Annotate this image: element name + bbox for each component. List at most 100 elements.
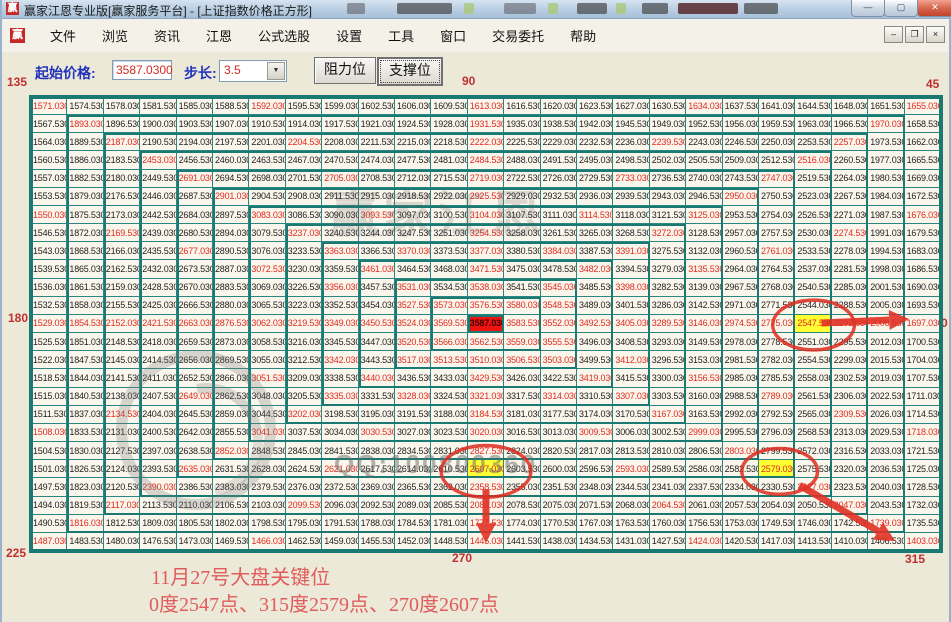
gann-cell: 3261.530 <box>540 224 577 243</box>
gann-cell: 3069.030 <box>249 278 286 297</box>
angle-label-315: 315 <box>905 552 926 566</box>
gann-cell: 2029.530 <box>868 423 905 443</box>
gann-cell: 2883.530 <box>213 278 250 297</box>
gann-cell: 2211.530 <box>358 133 395 152</box>
gann-cell: 2005.030 <box>868 296 905 315</box>
gann-cell: 2764.530 <box>759 260 796 279</box>
gann-cell: 2260.530 <box>831 151 869 170</box>
gann-cell: 3576.530 <box>467 296 505 315</box>
gann-cell: 3485.530 <box>577 278 614 297</box>
gann-cell: 3093.530 <box>358 205 395 225</box>
gann-cell: 2929.030 <box>504 187 541 206</box>
close-button[interactable]: ✕ <box>917 0 951 17</box>
gann-cell: 2271.030 <box>831 205 869 225</box>
gann-cell: 3146.030 <box>686 314 723 334</box>
gann-cell: 3503.030 <box>540 351 577 370</box>
gann-cell: 1602.530 <box>358 97 395 116</box>
gann-cell: 3457.530 <box>358 278 395 297</box>
gann-cell: 3513.530 <box>431 351 468 370</box>
gann-cell: 3335.030 <box>322 387 359 406</box>
menu-item-formula-stockpick[interactable]: 公式选股 <box>245 23 323 48</box>
gann-cell: 2953.530 <box>722 205 759 225</box>
gann-cell: 2533.530 <box>795 242 832 261</box>
gann-cell: 2180.030 <box>103 169 141 188</box>
gann-cell: 1630.530 <box>649 97 687 116</box>
gann-cell: 3405.030 <box>613 314 650 334</box>
gann-cell: 2400.530 <box>140 423 177 443</box>
gann-cell: 3016.530 <box>504 423 541 443</box>
gann-cell: 3247.530 <box>395 224 432 243</box>
gann-cell: 1844.030 <box>67 369 104 388</box>
gann-cell: 3279.030 <box>649 260 687 279</box>
gann-cell: 2379.530 <box>249 478 286 497</box>
gann-cell: 2726.030 <box>540 169 577 188</box>
gann-cell: 3559.030 <box>504 333 541 352</box>
gann-cell: 1515.030 <box>31 387 68 406</box>
gann-cell: 1679.530 <box>904 224 941 243</box>
menu-item-browse[interactable]: 浏览 <box>89 23 141 48</box>
menu-item-settings[interactable]: 设置 <box>323 23 375 48</box>
gann-cell: 2554.530 <box>795 351 832 370</box>
gann-cell: 1984.030 <box>868 187 905 206</box>
gann-cell: 3048.030 <box>249 387 286 406</box>
mdi-minimize-button[interactable]: – <box>884 26 903 43</box>
gann-cell: 2999.030 <box>686 423 723 443</box>
gann-cell: 2474.030 <box>358 151 395 170</box>
gann-cell: 1791.530 <box>322 514 359 533</box>
gann-cell: 1875.530 <box>67 205 104 225</box>
gann-cell: 2988.530 <box>722 387 759 406</box>
gann-cell: 2960.530 <box>722 242 759 261</box>
gann-cell: 2285.030 <box>831 278 869 297</box>
gann-cell: 3209.030 <box>285 369 323 388</box>
minimize-button[interactable]: — <box>851 0 885 17</box>
menu-item-window[interactable]: 窗口 <box>427 23 479 48</box>
window-title: 赢家江恩专业版[赢家服务平台] - [上证指数价格正方形] <box>24 4 313 18</box>
gann-cell: 3342.030 <box>322 351 359 370</box>
menu-item-gann[interactable]: 江恩 <box>193 23 245 48</box>
gann-cell: 3139.030 <box>686 278 723 297</box>
gann-cell: 1991.030 <box>868 224 905 243</box>
gann-cell: 2572.030 <box>795 442 832 461</box>
mdi-restore-button[interactable]: ❐ <box>905 26 924 43</box>
gann-cell: 3387.530 <box>577 242 614 261</box>
menu-item-tools[interactable]: 工具 <box>375 23 427 48</box>
gann-cell: 1480.030 <box>103 532 141 551</box>
gann-cell: 1483.530 <box>67 532 104 551</box>
gann-cell: 1935.030 <box>504 115 541 134</box>
gann-cell: 3447.030 <box>358 333 395 352</box>
gann-cell: 1900.030 <box>140 115 177 134</box>
step-label: 步长: <box>184 65 217 81</box>
menu-item-news[interactable]: 资讯 <box>141 23 193 48</box>
menu-item-file[interactable]: 文件 <box>37 23 89 48</box>
gann-cell: 1469.530 <box>213 532 250 551</box>
gann-cell: 2330.530 <box>759 478 796 497</box>
gann-cell: 1476.530 <box>140 532 177 551</box>
gann-cell: 1872.030 <box>67 224 104 243</box>
chevron-down-icon[interactable]: ▼ <box>267 62 285 80</box>
gann-cell: 1728.530 <box>904 478 941 497</box>
resistance-button[interactable]: 阻力位 <box>314 57 376 84</box>
gann-cell: 3258.030 <box>504 224 541 243</box>
start-price-input[interactable]: 3587.0300 <box>112 60 173 80</box>
menu-item-trade[interactable]: 交易委托 <box>479 23 557 48</box>
menu-item-help[interactable]: 帮助 <box>557 23 609 48</box>
step-combobox[interactable]: 3.5 ▼ <box>219 60 287 82</box>
gann-cell: 1781.030 <box>431 514 468 533</box>
gann-cell: 2845.030 <box>285 442 323 461</box>
support-button[interactable]: 支撑位 <box>377 57 443 86</box>
gann-cell: 1861.530 <box>67 278 104 297</box>
gann-cell: 1826.530 <box>67 460 104 479</box>
gann-cell: 3317.530 <box>504 387 541 406</box>
gann-cell: 2824.030 <box>504 442 541 461</box>
gann-cell: 3300.030 <box>649 369 687 388</box>
maximize-button[interactable]: ▢ <box>884 0 918 17</box>
gann-cell: 1970.030 <box>868 115 905 134</box>
gann-cell: 1585.030 <box>176 97 213 116</box>
mdi-close-button[interactable]: × <box>926 26 945 43</box>
angle-label-180: 180 <box>8 311 29 325</box>
gann-cell: 2264.030 <box>831 169 869 188</box>
gann-cell: 1431.030 <box>613 532 650 551</box>
gann-cell: 3569.530 <box>431 314 468 334</box>
gann-cell: 1798.530 <box>249 514 286 533</box>
gann-cell: 2680.530 <box>176 224 213 243</box>
